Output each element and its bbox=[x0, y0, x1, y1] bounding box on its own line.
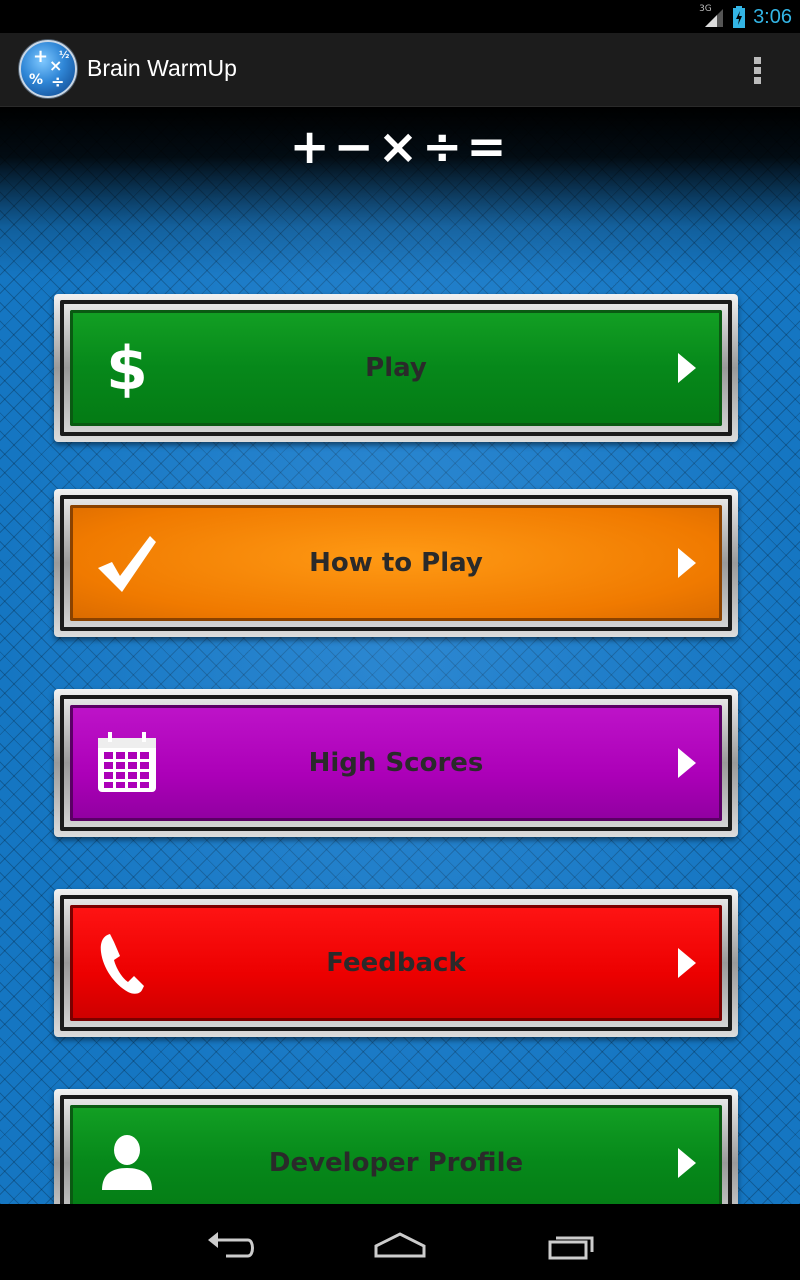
how-to-play-button-frame: How to Play bbox=[60, 495, 732, 631]
app-icon-plus: + bbox=[33, 46, 49, 67]
feedback-button[interactable]: Feedback bbox=[54, 889, 738, 1037]
app-title: Brain WarmUp bbox=[87, 55, 237, 81]
high-scores-button[interactable]: High Scores bbox=[54, 689, 738, 837]
status-bar: 3G 3:06 bbox=[0, 0, 800, 33]
signal-icon: 3G bbox=[699, 4, 727, 29]
app-icon-half: ½ bbox=[59, 50, 70, 61]
feedback-button-label: Feedback bbox=[326, 948, 466, 978]
play-button[interactable]: $ Play bbox=[54, 294, 738, 442]
network-type-label: 3G bbox=[699, 4, 712, 14]
app-icon-divide: ÷ bbox=[51, 72, 65, 91]
play-button-label: Play bbox=[365, 353, 427, 383]
developer-profile-button-face: Developer Profile bbox=[70, 1105, 722, 1204]
battery-charging-icon bbox=[733, 6, 746, 28]
high-scores-button-frame: High Scores bbox=[60, 695, 732, 831]
how-to-play-button[interactable]: How to Play bbox=[54, 489, 738, 637]
home-icon[interactable] bbox=[370, 1226, 430, 1266]
feedback-button-frame: Feedback bbox=[60, 895, 732, 1031]
play-button-face: $ Play bbox=[70, 310, 722, 426]
how-to-play-arrow-icon bbox=[678, 548, 696, 578]
developer-profile-button-label: Developer Profile bbox=[268, 1148, 524, 1178]
math-symbols-header: +−×÷= bbox=[289, 119, 511, 175]
navigation-bar bbox=[0, 1204, 800, 1280]
high-scores-button-label: High Scores bbox=[308, 748, 484, 778]
feedback-arrow-icon bbox=[678, 948, 696, 978]
brain-warmup-math-icon[interactable]: + × ½ % ÷ bbox=[19, 40, 77, 98]
action-bar: + × ½ % ÷ Brain WarmUp bbox=[0, 33, 800, 107]
high-scores-arrow-icon bbox=[678, 748, 696, 778]
recent-apps-icon[interactable] bbox=[540, 1226, 600, 1266]
feedback-button-face: Feedback bbox=[70, 905, 722, 1021]
play-arrow-icon bbox=[678, 353, 696, 383]
clock: 3:06 bbox=[753, 5, 792, 28]
developer-profile-arrow-icon bbox=[678, 1148, 696, 1178]
overflow-menu-icon[interactable] bbox=[746, 55, 770, 87]
how-to-play-button-face: How to Play bbox=[70, 505, 722, 621]
developer-profile-button[interactable]: Developer Profile bbox=[54, 1089, 738, 1204]
how-to-play-button-label: How to Play bbox=[309, 548, 483, 578]
app-icon-percent: % bbox=[29, 72, 44, 88]
back-icon[interactable] bbox=[200, 1226, 260, 1266]
main-content: +−×÷= $ Play How to Play High Scores Fee… bbox=[0, 107, 800, 1204]
high-scores-button-face: High Scores bbox=[70, 705, 722, 821]
play-button-frame: $ Play bbox=[60, 300, 732, 436]
developer-profile-button-frame: Developer Profile bbox=[60, 1095, 732, 1204]
